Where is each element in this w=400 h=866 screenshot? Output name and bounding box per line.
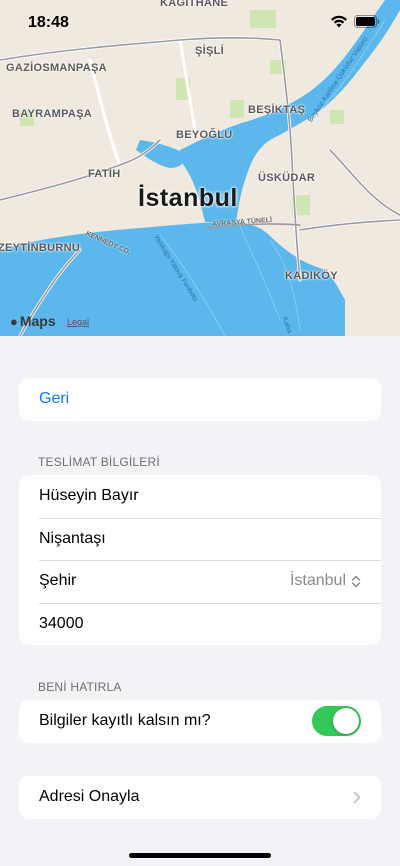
remember-row: Bilgiler kayıtlı kalsın mı?: [19, 700, 381, 743]
map-label-besiktas: BEŞİKTAŞ: [248, 104, 306, 116]
city-picker-label: Şehir: [39, 572, 77, 590]
name-field[interactable]: Hüseyin Bayır: [19, 475, 381, 518]
map-label-fatih: FATİH: [88, 168, 121, 180]
city-picker[interactable]: Şehir İstanbul: [19, 560, 381, 603]
remember-toggle[interactable]: [312, 706, 361, 737]
back-card: Geri: [19, 378, 381, 421]
delivery-card: Hüseyin Bayır Nişantaşı Şehir İstanbul 3…: [19, 475, 381, 645]
city-picker-selection: İstanbul: [290, 572, 361, 590]
name-field-value: Hüseyin Bayır: [39, 487, 139, 505]
home-indicator: [129, 853, 271, 858]
chevron-up-down-icon: [351, 575, 361, 587]
chevron-right-icon: [353, 791, 361, 804]
apple-logo-icon: ●: [10, 313, 18, 329]
wifi-icon: [331, 15, 347, 28]
status-icons: [330, 15, 380, 28]
confirm-address-label: Adresi Onayla: [39, 788, 140, 806]
map-label-kadikoy: KADIKÖY: [285, 270, 338, 282]
map-city-label: İstanbul: [138, 184, 238, 212]
map-label-sisli: ŞİŞLİ: [195, 45, 225, 57]
map-label-uskudar: ÜSKÜDAR: [258, 172, 316, 184]
maps-attribution-text: Maps: [19, 313, 56, 329]
back-button[interactable]: Geri: [19, 378, 381, 421]
map-label-zeytinburnu: ZEYTİNBURNU: [0, 242, 81, 254]
postal-code-field[interactable]: 34000: [19, 602, 381, 646]
remember-section-header: BENİ HATIRLA: [38, 680, 122, 694]
toggle-knob: [333, 708, 359, 735]
map-view[interactable]: KAĞITHANE GAZİOSMANPAŞA ŞİŞLİ BAYRAMPAŞA…: [0, 0, 400, 336]
map-label-beyoglu: BEYOĞLU: [176, 129, 233, 141]
battery-icon: [354, 15, 380, 28]
map-label-gaziosmanpasa: GAZİOSMANPAŞA: [6, 62, 107, 74]
map-label-bayrampasa: BAYRAMPAŞA: [12, 108, 93, 120]
status-bar: 18:48: [0, 0, 400, 46]
remember-card: Bilgiler kayıtlı kalsın mı?: [19, 700, 381, 743]
confirm-card: Adresi Onayla: [19, 776, 381, 819]
delivery-section-header: TESLİMAT BİLGİLERİ: [38, 455, 160, 469]
address-field[interactable]: Nişantaşı: [19, 517, 381, 561]
maps-attribution: ● Maps: [10, 313, 56, 329]
remember-label: Bilgiler kayıtlı kalsın mı?: [39, 712, 211, 730]
legal-link[interactable]: Legal: [67, 317, 89, 327]
city-picker-value: İstanbul: [289, 572, 346, 590]
confirm-address-button[interactable]: Adresi Onayla: [19, 776, 381, 819]
status-time: 18:48: [28, 14, 69, 31]
back-button-label: Geri: [39, 390, 70, 408]
postal-code-value: 34000: [39, 614, 84, 632]
address-field-value: Nişantaşı: [39, 529, 106, 547]
